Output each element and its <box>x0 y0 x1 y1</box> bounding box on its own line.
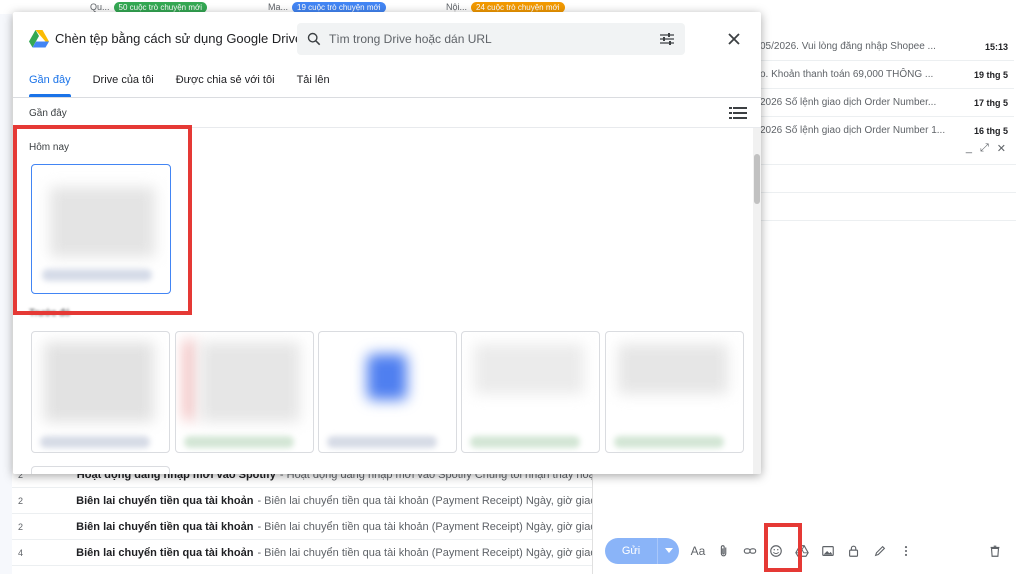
tab-my-drive[interactable]: Drive của tôi <box>93 68 154 97</box>
row-date: 16 thg 5 <box>973 125 1008 136</box>
view-title: Gần đây <box>29 108 67 119</box>
confidential-mode-button[interactable] <box>843 540 865 562</box>
expand-icon[interactable]: ⤢ <box>980 142 989 155</box>
formatting-button[interactable]: Aa <box>687 540 709 562</box>
row-snippet: - Biên lai chuyển tiền qua tài khoản (Pa… <box>257 520 592 533</box>
highlight-recent-file <box>13 125 192 315</box>
file-name <box>327 436 437 448</box>
inbox-row[interactable]: 05/2026. Vui lòng đăng nhập Shopee ... 1… <box>760 33 1014 61</box>
more-vert-icon <box>904 546 908 556</box>
row-snippet: 2026 Số lệnh giao dịch Order Number... <box>760 97 937 108</box>
insert-link-button[interactable] <box>739 540 761 562</box>
file-thumbnail <box>474 344 584 394</box>
lock-clock-icon <box>849 545 859 557</box>
file-thumbnail <box>200 342 300 422</box>
compose-toolbar: Gửi Aa <box>605 538 1006 564</box>
inbox-left-edge <box>0 14 12 574</box>
row-subject: Biên lai chuyển tiền qua tài khoản <box>76 520 254 533</box>
row-subject: Biên lai chuyển tiền qua tài khoản <box>76 546 254 559</box>
discard-draft-button[interactable] <box>984 540 1006 562</box>
file-thumbnail <box>367 354 407 400</box>
file-name <box>40 436 150 448</box>
file-name <box>470 436 580 448</box>
caret-down-icon <box>664 548 673 553</box>
minimize-icon[interactable]: _ <box>966 142 972 155</box>
picker-header: Chèn tệp bằng cách sử dụng Google Drive <box>13 12 761 68</box>
row-snippet: - Biên lai chuyển tiền qua tài khoản (Pa… <box>257 494 592 507</box>
close-icon[interactable]: ✕ <box>997 142 1006 155</box>
search-options-icon[interactable] <box>659 32 675 46</box>
picker-subbar: Gần đây <box>13 98 761 128</box>
file-thumbnail <box>184 340 194 420</box>
picker-scrollbar-thumb[interactable] <box>754 154 760 204</box>
inbox-row[interactable]: 2026 Số lệnh giao dịch Order Number... 1… <box>760 89 1014 117</box>
row-subject: Biên lai chuyển tiền qua tài khoản <box>76 494 254 507</box>
picker-title: Chèn tệp bằng cách sử dụng Google Drive <box>55 31 303 46</box>
inbox-row[interactable]: 2 Biên lai chuyển tiền qua tài khoản - B… <box>12 514 592 540</box>
row-snippet: 2026 Số lệnh giao dịch Order Number 1... <box>760 125 946 136</box>
file-card[interactable] <box>605 331 744 453</box>
row-date: 17 thg 5 <box>973 97 1008 108</box>
list-view-icon[interactable] <box>729 106 747 120</box>
inbox-row[interactable]: 2 Biên lai chuyển tiền qua tài khoản - B… <box>12 488 592 514</box>
tab-name: Ma... <box>268 2 289 12</box>
google-drive-logo <box>29 30 49 48</box>
search-icon <box>307 32 321 46</box>
tab-shared-with-me[interactable]: Được chia sẻ với tôi <box>176 68 275 97</box>
pen-icon <box>874 545 886 557</box>
file-card[interactable] <box>31 331 170 453</box>
compose-header-controls: _ ⤢ ✕ <box>966 142 1006 155</box>
close-icon <box>728 33 740 45</box>
drive-search-input[interactable] <box>329 32 659 46</box>
file-card[interactable] <box>175 331 314 453</box>
row-snippet: o. Khoản thanh toán 69,000 THÔNG ... <box>760 69 934 80</box>
row-date: 15:13 <box>984 41 1008 52</box>
file-card[interactable] <box>318 331 457 453</box>
tab-upload[interactable]: Tải lên <box>297 68 330 97</box>
image-icon <box>822 546 834 556</box>
highlight-drive-button <box>764 523 802 572</box>
tab-name: Nội... <box>446 2 468 12</box>
file-thumbnail <box>618 344 728 394</box>
more-options-button[interactable] <box>895 540 917 562</box>
new-count-badge: 19 cuộc trò chuyện mới <box>292 1 386 13</box>
tab-recent[interactable]: Gần đây <box>29 68 71 97</box>
file-thumbnail <box>44 342 154 422</box>
row-snippet: - Biên lai chuyển tiền qua tài khoản (Pa… <box>257 546 592 559</box>
inbox-row[interactable]: 4 Biên lai chuyển tiền qua tài khoản - B… <box>12 540 592 566</box>
send-button[interactable]: Gửi <box>605 538 657 564</box>
trash-icon <box>990 545 1000 557</box>
close-picker-button[interactable] <box>723 28 745 50</box>
row-date: 19 thg 5 <box>973 69 1008 80</box>
file-card[interactable] <box>31 466 170 474</box>
row-date: 4 <box>18 547 24 558</box>
signature-button[interactable] <box>869 540 891 562</box>
paperclip-icon <box>720 545 727 557</box>
attach-button[interactable] <box>713 540 735 562</box>
new-count-badge: 50 cuộc trò chuyện mới <box>113 1 208 13</box>
send-options-button[interactable] <box>657 538 679 564</box>
format-label: Aa <box>690 544 706 558</box>
picker-tabs: Gần đây Drive của tôi Được chia sẻ với t… <box>13 68 761 98</box>
row-date: 2 <box>18 521 24 532</box>
inbox-row[interactable]: o. Khoản thanh toán 69,000 THÔNG ... 19 … <box>760 61 1014 89</box>
new-count-badge: 24 cuộc trò chuyện mới <box>471 1 565 13</box>
drive-search-bar[interactable] <box>297 23 685 55</box>
row-date: 2 <box>18 495 24 506</box>
file-name <box>614 436 724 448</box>
file-card[interactable] <box>461 331 600 453</box>
link-icon <box>743 548 757 554</box>
file-name <box>184 436 294 448</box>
insert-photo-button[interactable] <box>817 540 839 562</box>
tab-name: Qu... <box>90 2 110 12</box>
row-snippet: 05/2026. Vui lòng đăng nhập Shopee ... <box>760 41 936 52</box>
